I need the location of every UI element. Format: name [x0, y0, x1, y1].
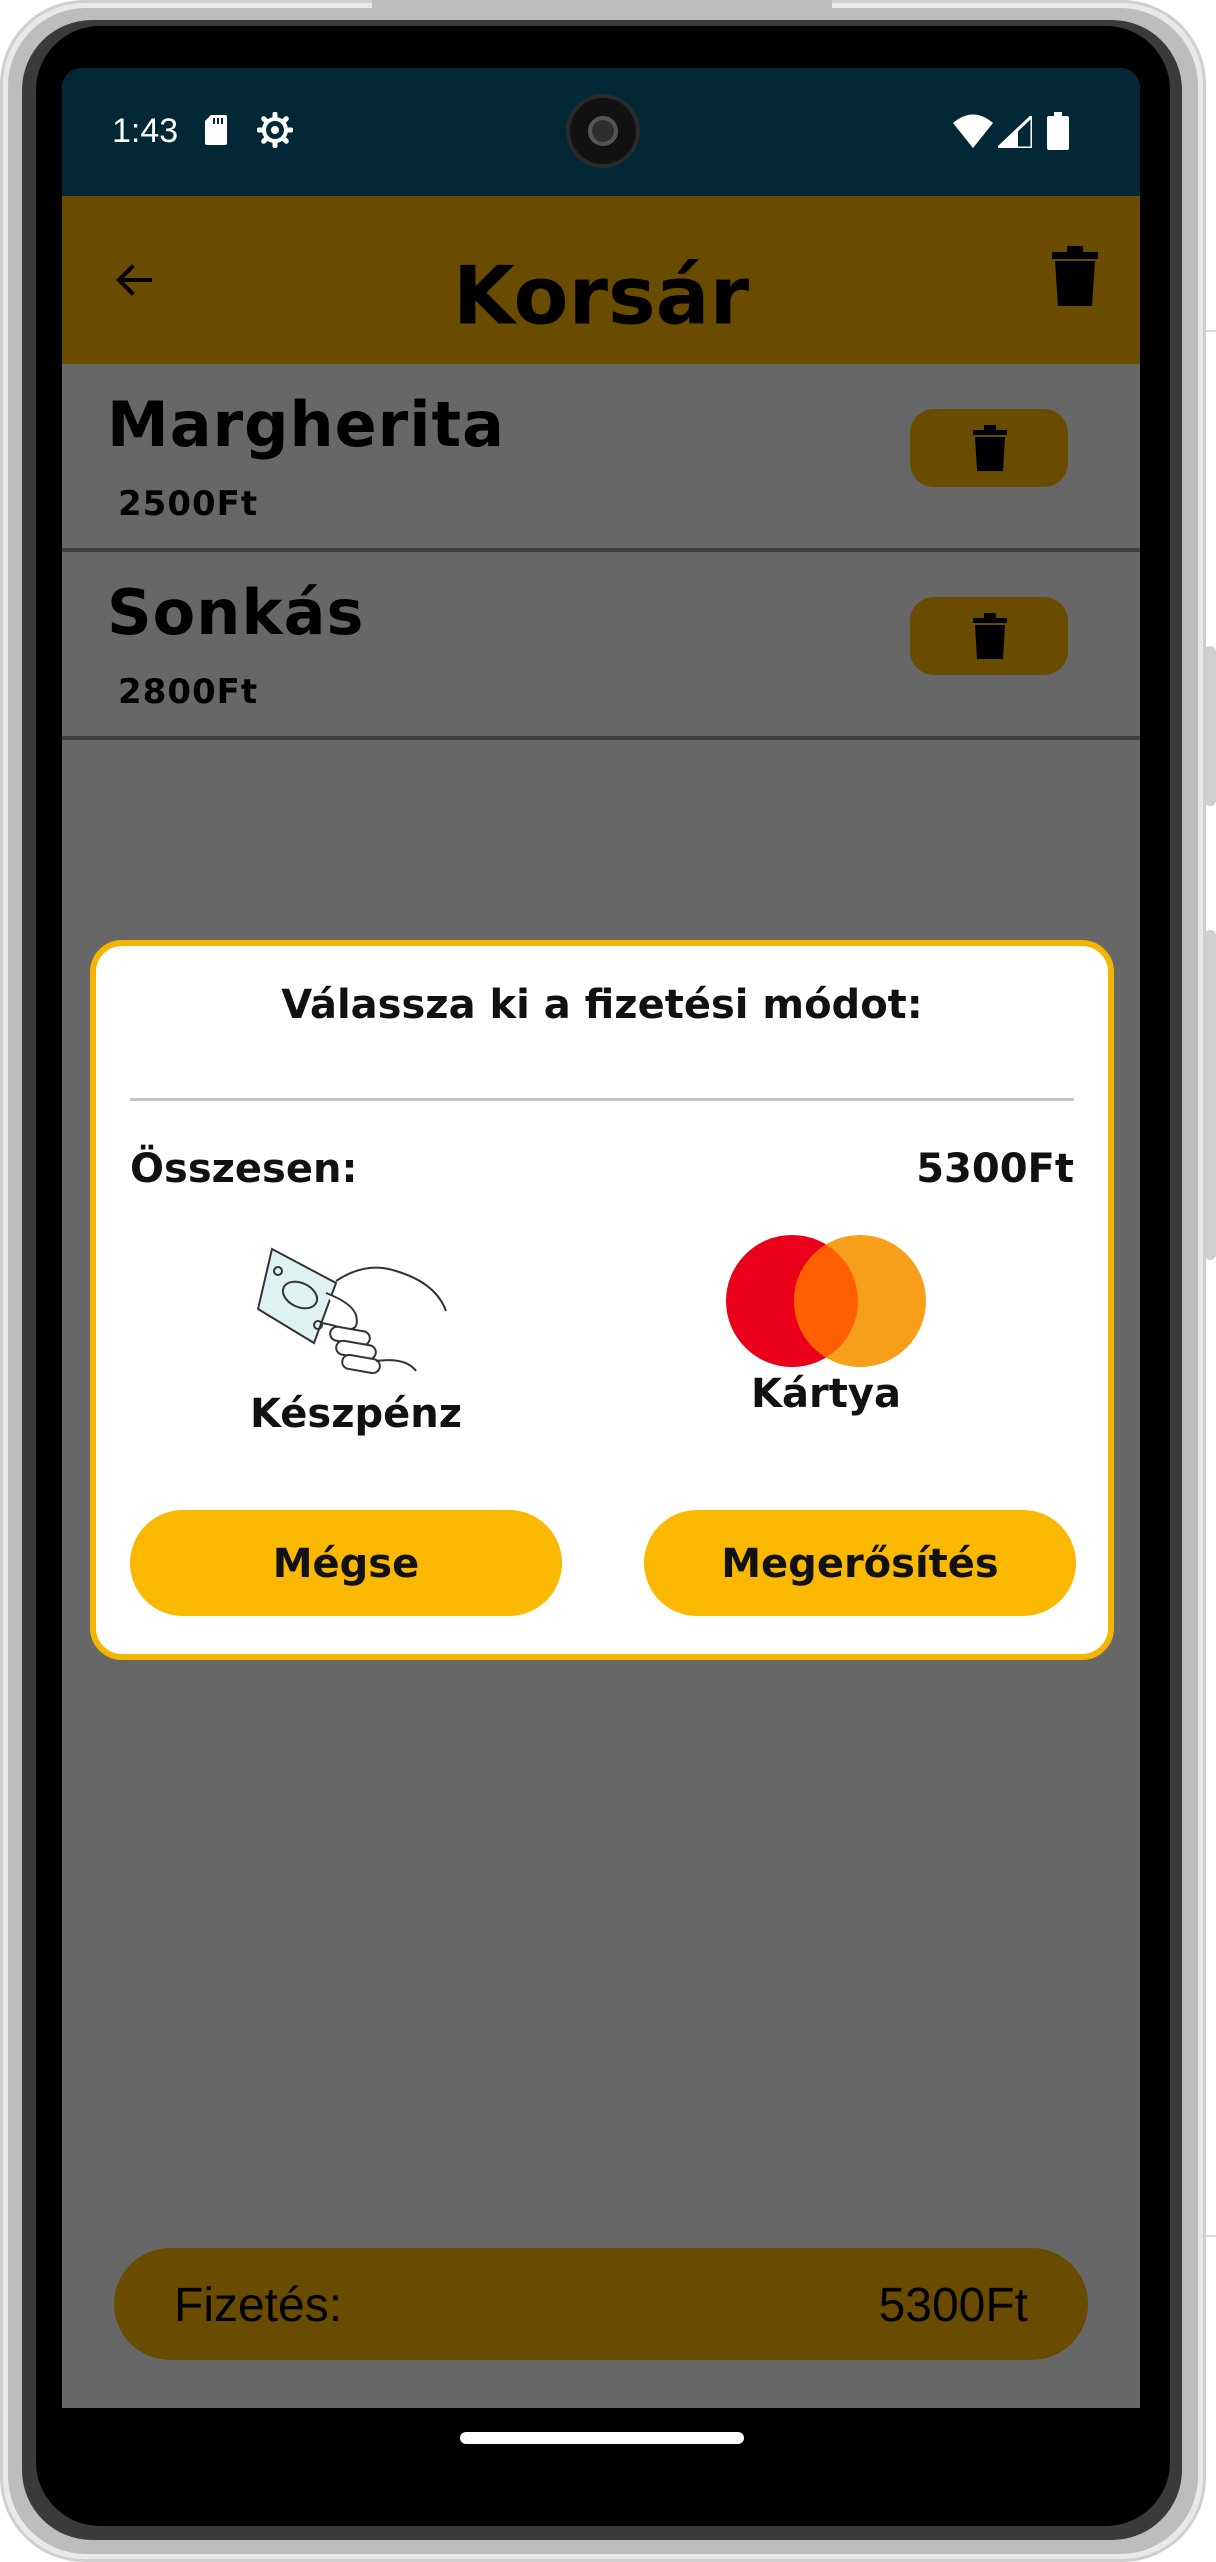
dialog-divider — [130, 1098, 1074, 1101]
battery-icon — [1047, 112, 1069, 150]
delete-item-button[interactable] — [910, 597, 1068, 675]
payment-option-card[interactable]: Kártya — [676, 1231, 976, 1417]
checkout-amount: 5300Ft — [878, 2279, 1028, 2332]
cash-icon — [256, 1247, 447, 1375]
trash-icon — [973, 425, 1007, 471]
delete-item-button[interactable] — [910, 409, 1068, 487]
wifi-icon — [953, 114, 993, 148]
cancel-button[interactable]: Mégse — [130, 1510, 562, 1616]
cart-item-price: 2500Ft — [118, 484, 259, 524]
payment-option-cash[interactable]: Készpénz — [226, 1231, 486, 1437]
home-indicator[interactable] — [460, 2432, 744, 2444]
status-bar: 1:43 — [62, 68, 1140, 196]
sd-card-icon — [205, 115, 227, 145]
confirm-button[interactable]: Megerősítés — [644, 1510, 1076, 1616]
status-time: 1:43 — [112, 112, 179, 150]
total-value: 5300Ft — [916, 1146, 1074, 1192]
volume-button — [1204, 646, 1216, 806]
app-bar: Korsár — [62, 196, 1140, 364]
cart-item: Sonkás 2800Ft — [62, 552, 1140, 740]
gear-icon — [257, 112, 293, 148]
clear-cart-trash-icon[interactable] — [1052, 246, 1098, 306]
cart-item: Margherita 2500Ft — [62, 364, 1140, 552]
checkout-label: Fizetés: — [174, 2279, 343, 2332]
front-camera — [570, 98, 636, 164]
payment-method-dialog: Válassza ki a fizetési módot: Összesen: … — [90, 940, 1114, 1660]
card-icon — [726, 1235, 926, 1367]
cart-item-name: Sonkás — [107, 576, 365, 649]
payment-option-cash-label: Készpénz — [249, 1391, 463, 1437]
total-label: Összesen: — [130, 1146, 358, 1192]
power-button — [1204, 930, 1216, 1260]
trash-icon — [973, 613, 1007, 659]
page-title: Korsár — [452, 249, 750, 343]
dialog-title: Válassza ki a fizetési módot: — [281, 982, 923, 1028]
payment-option-card-label: Kártya — [751, 1371, 901, 1417]
cart-item-price: 2800Ft — [118, 672, 259, 712]
signal-icon — [998, 116, 1032, 148]
cart-item-name: Margherita — [107, 388, 505, 461]
checkout-button[interactable]: Fizetés: 5300Ft — [114, 2248, 1088, 2360]
